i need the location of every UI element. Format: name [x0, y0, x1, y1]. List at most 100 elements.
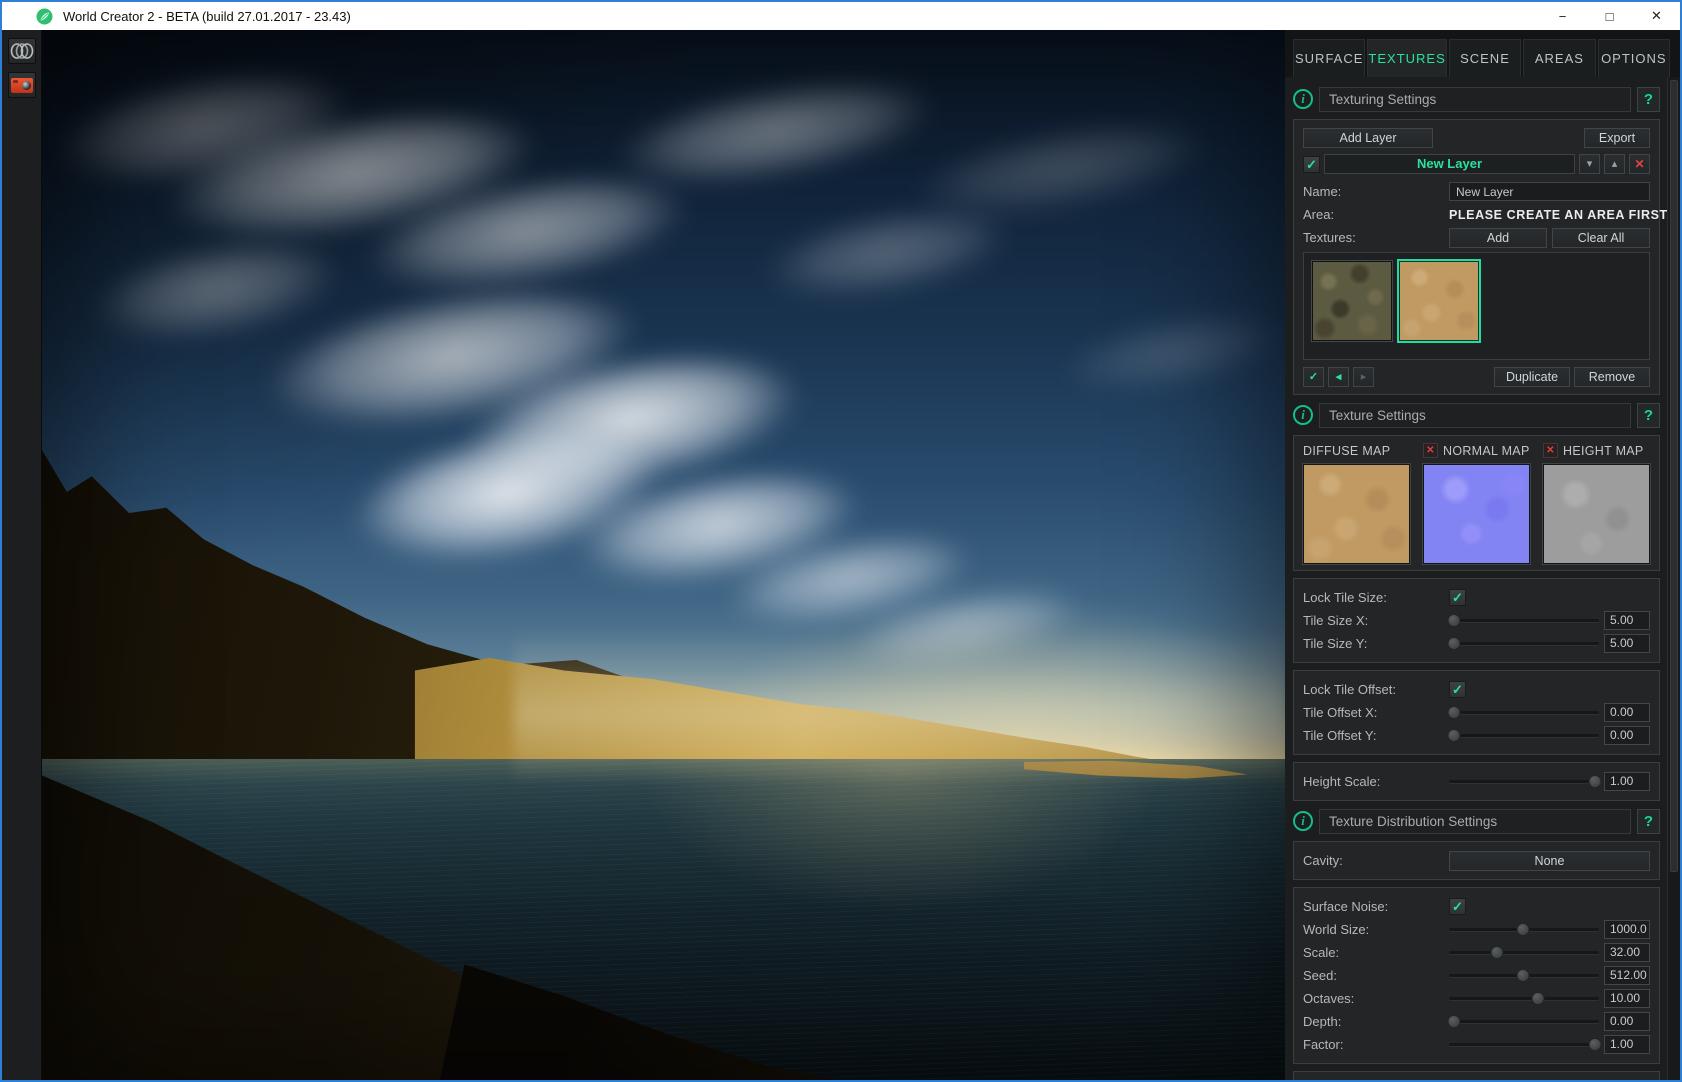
info-icon: i [1293, 405, 1313, 425]
world-size-slider[interactable] [1449, 922, 1599, 937]
lock-tile-size-checkbox[interactable]: ✓ [1449, 589, 1466, 606]
scale-slider[interactable] [1449, 945, 1599, 960]
texture-distribution-header: i Texture Distribution Settings ? [1293, 808, 1660, 834]
info-icon: i [1293, 89, 1313, 109]
texture-enabled-checkbox[interactable]: ✓ [1303, 367, 1324, 387]
tile-offset-y-slider[interactable] [1447, 728, 1599, 743]
maximize-button[interactable]: □ [1586, 2, 1633, 30]
panel-content: i Texturing Settings ? Add Layer Export … [1285, 77, 1680, 1080]
scale-label: Scale: [1303, 945, 1340, 960]
rings-icon-button[interactable] [7, 38, 36, 64]
area-notice: PLEASE CREATE AN AREA FIRST [1449, 207, 1668, 222]
help-button[interactable]: ? [1637, 86, 1660, 112]
layer-delete-button[interactable]: ✕ [1629, 154, 1650, 174]
lock-tile-size-label: Lock Tile Size: [1303, 590, 1387, 605]
layer-name-input[interactable] [1449, 182, 1650, 201]
tab-scene[interactable]: SCENE [1448, 39, 1522, 77]
texture-thumbnail-sand-selected[interactable] [1397, 259, 1481, 343]
layer-move-up-button[interactable]: ▴ [1604, 154, 1625, 174]
tile-offset-group: Lock Tile Offset: ✓ Tile Offset X: 0.00 … [1293, 670, 1660, 755]
surface-noise-checkbox[interactable]: ✓ [1449, 898, 1466, 915]
tile-size-y-slider[interactable] [1447, 636, 1599, 651]
tile-size-y-value[interactable]: 5.00 [1604, 634, 1650, 653]
tab-options[interactable]: OPTIONS [1597, 39, 1671, 77]
octaves-slider[interactable] [1449, 991, 1599, 1006]
factor-label: Factor: [1303, 1037, 1344, 1052]
scrollbar-thumb[interactable] [1670, 80, 1678, 873]
tab-bar: SURFACE TEXTURES SCENE AREAS OPTIONS [1285, 30, 1680, 77]
remove-button[interactable]: Remove [1574, 367, 1650, 387]
add-layer-button[interactable]: Add Layer [1303, 128, 1433, 148]
texture-move-left-button[interactable]: ◂ [1328, 367, 1349, 387]
diffuse-map-thumbnail[interactable] [1302, 463, 1411, 565]
texture-clear-all-button[interactable]: Clear All [1552, 227, 1650, 248]
tile-size-group: Lock Tile Size: ✓ Tile Size X: 5.00 Tile… [1293, 578, 1660, 663]
app-window: World Creator 2 - BETA (build 27.01.2017… [0, 0, 1682, 1082]
3d-viewport[interactable] [42, 30, 1285, 1080]
cavity-group: Cavity: None [1293, 841, 1660, 880]
factor-slider[interactable] [1449, 1037, 1601, 1052]
depth-slider[interactable] [1447, 1014, 1599, 1029]
maps-group: DIFFUSE MAP ✕ NORMAL MAP ✕ HEIGHT MAP [1293, 435, 1660, 571]
scale-value[interactable]: 32.00 [1604, 943, 1650, 962]
left-toolbar [2, 30, 42, 1080]
tile-offset-y-label: Tile Offset Y: [1303, 728, 1377, 743]
seed-slider[interactable] [1449, 968, 1599, 983]
layer-title[interactable]: New Layer [1324, 154, 1575, 174]
duplicate-button[interactable]: Duplicate [1494, 367, 1570, 387]
tab-textures[interactable]: TEXTURES [1367, 39, 1447, 77]
tile-offset-y-value[interactable]: 0.00 [1604, 726, 1650, 745]
height-map-column: ✕ HEIGHT MAP [1542, 442, 1651, 565]
texture-thumbnail-moss[interactable] [1311, 260, 1393, 342]
right-panel: SURFACE TEXTURES SCENE AREAS OPTIONS i T… [1285, 30, 1680, 1080]
texture-settings-header: i Texture Settings ? [1293, 402, 1660, 428]
app-logo-icon [36, 8, 53, 24]
world-size-value[interactable]: 1000.0 [1604, 920, 1650, 939]
diffuse-map-column: DIFFUSE MAP [1302, 442, 1411, 565]
screenshot-camera-button[interactable] [7, 72, 36, 98]
world-size-label: World Size: [1303, 922, 1370, 937]
tile-size-x-label: Tile Size X: [1303, 613, 1369, 628]
title-bar: World Creator 2 - BETA (build 27.01.2017… [2, 2, 1680, 30]
height-scale-value[interactable]: 1.00 [1604, 772, 1650, 791]
tab-surface[interactable]: SURFACE [1293, 39, 1366, 77]
lock-tile-offset-label: Lock Tile Offset: [1303, 682, 1396, 697]
height-scale-slider[interactable] [1449, 774, 1601, 789]
export-button[interactable]: Export [1584, 128, 1650, 148]
texture-move-right-button[interactable]: ▸ [1353, 367, 1374, 387]
close-button[interactable]: ✕ [1633, 2, 1680, 30]
seed-label: Seed: [1303, 968, 1337, 983]
seed-value[interactable]: 512.00 [1604, 966, 1650, 985]
rings-icon [10, 43, 33, 59]
height-map-remove-button[interactable]: ✕ [1543, 443, 1558, 458]
tab-areas[interactable]: AREAS [1523, 39, 1596, 77]
texture-add-button[interactable]: Add [1449, 227, 1547, 248]
cavity-select-button[interactable]: None [1449, 850, 1650, 871]
tile-offset-x-slider[interactable] [1447, 705, 1599, 720]
height-map-label: HEIGHT MAP [1563, 443, 1644, 458]
normal-map-thumbnail[interactable] [1422, 463, 1531, 565]
panel-scrollbar[interactable] [1667, 77, 1680, 1080]
height-scale-group: Height Scale: 1.00 [1293, 762, 1660, 801]
tile-size-x-value[interactable]: 5.00 [1604, 611, 1650, 630]
depth-value[interactable]: 0.00 [1604, 1012, 1650, 1031]
camera-icon [10, 77, 33, 93]
height-map-thumbnail[interactable] [1542, 463, 1651, 565]
surface-noise-label: Surface Noise: [1303, 899, 1389, 914]
layer-move-down-button[interactable]: ▾ [1579, 154, 1600, 174]
help-button[interactable]: ? [1637, 808, 1660, 834]
minimize-button[interactable]: − [1539, 2, 1586, 30]
normal-map-label: NORMAL MAP [1443, 443, 1530, 458]
section-title: Texture Settings [1319, 402, 1631, 428]
help-button[interactable]: ? [1637, 402, 1660, 428]
layer-enabled-checkbox[interactable]: ✓ [1303, 155, 1320, 173]
info-icon: i [1293, 811, 1313, 831]
octaves-label: Octaves: [1303, 991, 1355, 1006]
tile-offset-x-value[interactable]: 0.00 [1604, 703, 1650, 722]
normal-map-remove-button[interactable]: ✕ [1423, 443, 1438, 458]
layer-group: Add Layer Export ✓ New Layer ▾ ▴ ✕ Name: [1293, 119, 1667, 395]
octaves-value[interactable]: 10.00 [1604, 989, 1650, 1008]
factor-value[interactable]: 1.00 [1604, 1035, 1650, 1054]
lock-tile-offset-checkbox[interactable]: ✓ [1449, 681, 1466, 698]
tile-size-x-slider[interactable] [1447, 613, 1599, 628]
